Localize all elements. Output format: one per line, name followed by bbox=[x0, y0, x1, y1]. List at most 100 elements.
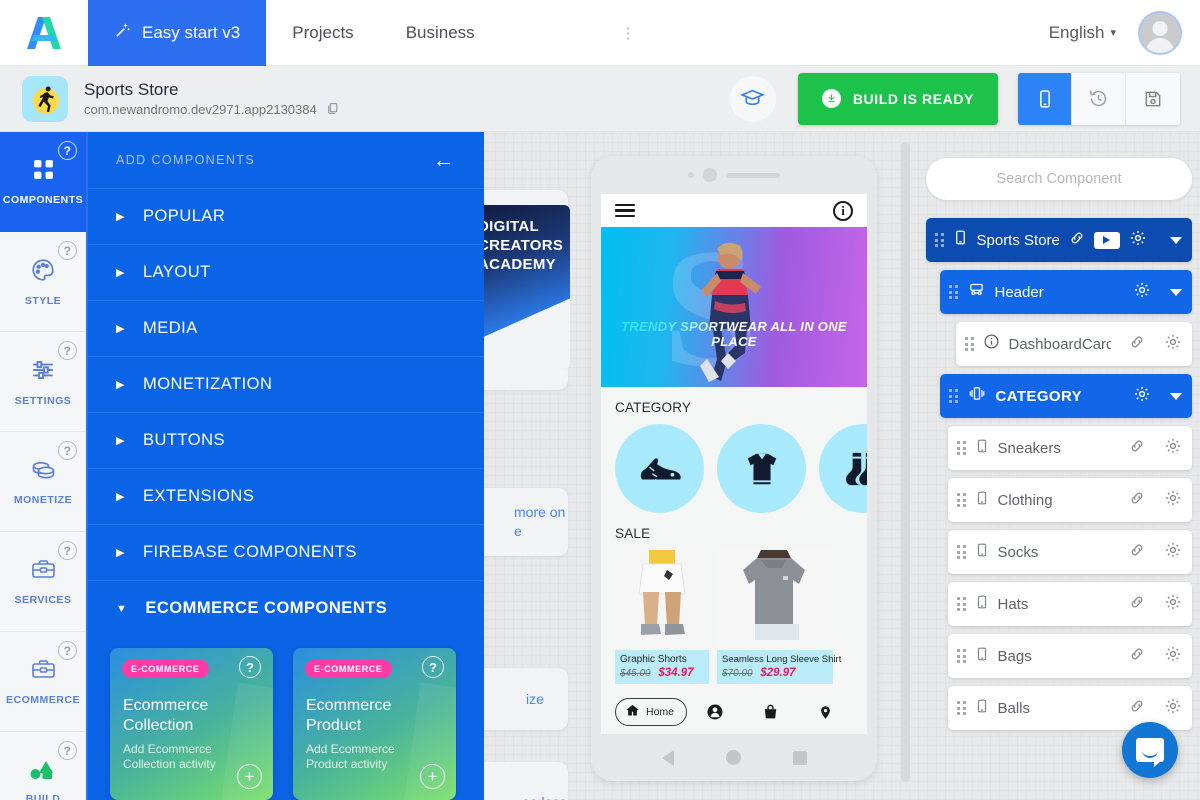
gear-icon[interactable] bbox=[1164, 645, 1182, 668]
link-icon[interactable] bbox=[1069, 230, 1085, 251]
hero-banner[interactable]: S TRENDY SPORTWEAR ALL IN ONE PLACE bbox=[601, 227, 867, 387]
category-clothing[interactable] bbox=[717, 424, 806, 513]
help-icon[interactable]: ? bbox=[58, 341, 77, 360]
tab-business[interactable]: Business bbox=[380, 0, 501, 66]
drag-handle-icon[interactable] bbox=[957, 701, 966, 715]
link-icon[interactable] bbox=[1129, 646, 1145, 667]
category-carousel[interactable] bbox=[601, 424, 867, 513]
component-group-popular[interactable]: ▶ POPULAR bbox=[88, 188, 484, 244]
save-disk-icon[interactable] bbox=[1126, 72, 1180, 125]
add-component-button[interactable]: + bbox=[420, 764, 445, 789]
category-sneakers[interactable] bbox=[615, 424, 704, 513]
component-group-ecommerce[interactable]: ▼ ECOMMERCE COMPONENTS bbox=[88, 580, 484, 636]
youtube-icon[interactable] bbox=[1093, 231, 1120, 249]
help-icon[interactable]: ? bbox=[58, 541, 77, 560]
gear-icon[interactable] bbox=[1129, 229, 1147, 252]
chevron-down-icon[interactable] bbox=[1170, 288, 1182, 296]
sidebar-item-services[interactable]: ? SERVICES bbox=[0, 532, 86, 632]
digital-creators-academy-card[interactable]: DIGITAL CREATORS ACADEMY bbox=[470, 205, 570, 370]
drag-handle-icon[interactable] bbox=[957, 493, 966, 507]
help-icon[interactable]: ? bbox=[58, 241, 77, 260]
link-icon[interactable] bbox=[1129, 334, 1145, 355]
language-selector[interactable]: English ▾ bbox=[1049, 23, 1116, 43]
component-group-firebase[interactable]: ▶ FIREBASE COMPONENTS bbox=[88, 524, 484, 580]
tab-easy-start[interactable]: Easy start v3 bbox=[88, 0, 267, 66]
tree-node-sneakers[interactable]: Sneakers bbox=[948, 426, 1192, 470]
tree-node-dashboardcard[interactable]: DashboardCard bbox=[956, 322, 1192, 366]
canvas-scrollbar[interactable] bbox=[901, 142, 910, 782]
graduation-cap-icon[interactable] bbox=[729, 75, 776, 122]
chat-bubble-icon[interactable] bbox=[1122, 722, 1178, 778]
nav-home-icon[interactable] bbox=[725, 750, 741, 765]
sidebar-item-style[interactable]: ? STYLE bbox=[0, 232, 86, 332]
drag-handle-icon[interactable] bbox=[957, 545, 966, 559]
phone-preview-icon[interactable] bbox=[1018, 72, 1072, 125]
tree-node-sports-store[interactable]: Sports Store bbox=[926, 218, 1192, 262]
gear-icon[interactable] bbox=[1133, 281, 1151, 304]
gear-icon[interactable] bbox=[1164, 697, 1182, 720]
overflow-menu-icon[interactable]: ⋮ bbox=[621, 24, 638, 42]
link-icon[interactable] bbox=[1129, 438, 1145, 459]
avatar[interactable] bbox=[1138, 10, 1182, 55]
component-group-monetization[interactable]: ▶ MONETIZATION bbox=[88, 356, 484, 412]
help-icon[interactable]: ? bbox=[58, 741, 77, 760]
component-group-layout[interactable]: ▶ LAYOUT bbox=[88, 244, 484, 300]
component-group-extensions[interactable]: ▶ EXTENSIONS bbox=[88, 468, 484, 524]
drag-handle-icon[interactable] bbox=[949, 285, 958, 299]
tree-node-hats[interactable]: Hats bbox=[948, 582, 1192, 626]
gear-icon[interactable] bbox=[1164, 593, 1182, 616]
chevron-down-icon[interactable] bbox=[1170, 392, 1182, 400]
tree-node-bags[interactable]: Bags bbox=[948, 634, 1192, 678]
gear-icon[interactable] bbox=[1133, 385, 1151, 408]
gear-icon[interactable] bbox=[1164, 541, 1182, 564]
sidebar-item-build[interactable]: ? BUILD bbox=[0, 732, 86, 800]
gear-icon[interactable] bbox=[1164, 333, 1182, 356]
copy-icon[interactable] bbox=[326, 102, 339, 118]
component-card-ecommerce-collection[interactable]: E-COMMERCE ? Ecommerce Collection Add Ec… bbox=[110, 648, 273, 800]
product-card[interactable]: Seamless Long Sleeve Shirt $70.00 $29.97 bbox=[717, 550, 841, 684]
info-circle-icon[interactable]: i bbox=[833, 200, 853, 221]
bottomnav-item-home[interactable]: Home bbox=[615, 698, 688, 726]
hamburger-menu-icon[interactable] bbox=[615, 200, 635, 221]
help-icon[interactable]: ? bbox=[58, 441, 77, 460]
search-component-input[interactable]: Search Component bbox=[926, 158, 1192, 200]
tree-node-socks[interactable]: Socks bbox=[948, 530, 1192, 574]
component-group-media[interactable]: ▶ MEDIA bbox=[88, 300, 484, 356]
bottomnav-item-cart[interactable] bbox=[742, 703, 797, 721]
help-icon[interactable]: ? bbox=[422, 656, 444, 678]
sidebar-item-settings[interactable]: ? SETTINGS bbox=[0, 332, 86, 432]
drag-handle-icon[interactable] bbox=[957, 649, 966, 663]
drag-handle-icon[interactable] bbox=[965, 337, 974, 351]
gear-icon[interactable] bbox=[1164, 437, 1182, 460]
arrow-left-icon[interactable]: ← bbox=[433, 149, 456, 171]
sidebar-item-ecommerce[interactable]: ? ECOMMERCE bbox=[0, 632, 86, 732]
component-group-buttons[interactable]: ▶ BUTTONS bbox=[88, 412, 484, 468]
tree-node-header[interactable]: Header bbox=[940, 270, 1192, 314]
history-revert-icon[interactable] bbox=[1072, 72, 1126, 125]
drag-handle-icon[interactable] bbox=[949, 389, 958, 403]
nav-back-icon[interactable] bbox=[661, 749, 674, 766]
bottomnav-item-location[interactable] bbox=[798, 703, 853, 722]
gear-icon[interactable] bbox=[1164, 489, 1182, 512]
add-component-button[interactable]: + bbox=[237, 764, 262, 789]
help-icon[interactable]: ? bbox=[239, 656, 261, 678]
component-card-ecommerce-product[interactable]: E-COMMERCE ? Ecommerce Product Add Ecomm… bbox=[293, 648, 456, 800]
tree-node-clothing[interactable]: Clothing bbox=[948, 478, 1192, 522]
tab-projects[interactable]: Projects bbox=[266, 0, 379, 66]
link-icon[interactable] bbox=[1129, 594, 1145, 615]
nav-recents-icon[interactable] bbox=[792, 750, 807, 765]
andromo-logo-icon[interactable] bbox=[0, 0, 88, 66]
tree-node-category[interactable]: CATEGORY bbox=[940, 374, 1192, 418]
drag-handle-icon[interactable] bbox=[935, 233, 944, 247]
link-icon[interactable] bbox=[1129, 542, 1145, 563]
help-icon[interactable]: ? bbox=[58, 641, 77, 660]
help-icon[interactable]: ? bbox=[58, 141, 77, 160]
link-icon[interactable] bbox=[1129, 698, 1145, 719]
build-ready-button[interactable]: BUILD IS READY bbox=[797, 72, 998, 125]
drag-handle-icon[interactable] bbox=[957, 441, 966, 455]
link-icon[interactable] bbox=[1129, 490, 1145, 511]
category-socks[interactable] bbox=[819, 424, 867, 513]
sidebar-item-monetize[interactable]: ? MONETIZE bbox=[0, 432, 86, 532]
bottomnav-item-account[interactable] bbox=[687, 703, 742, 721]
product-card[interactable]: Graphic Shorts $45.00 $34.97 bbox=[615, 550, 709, 684]
